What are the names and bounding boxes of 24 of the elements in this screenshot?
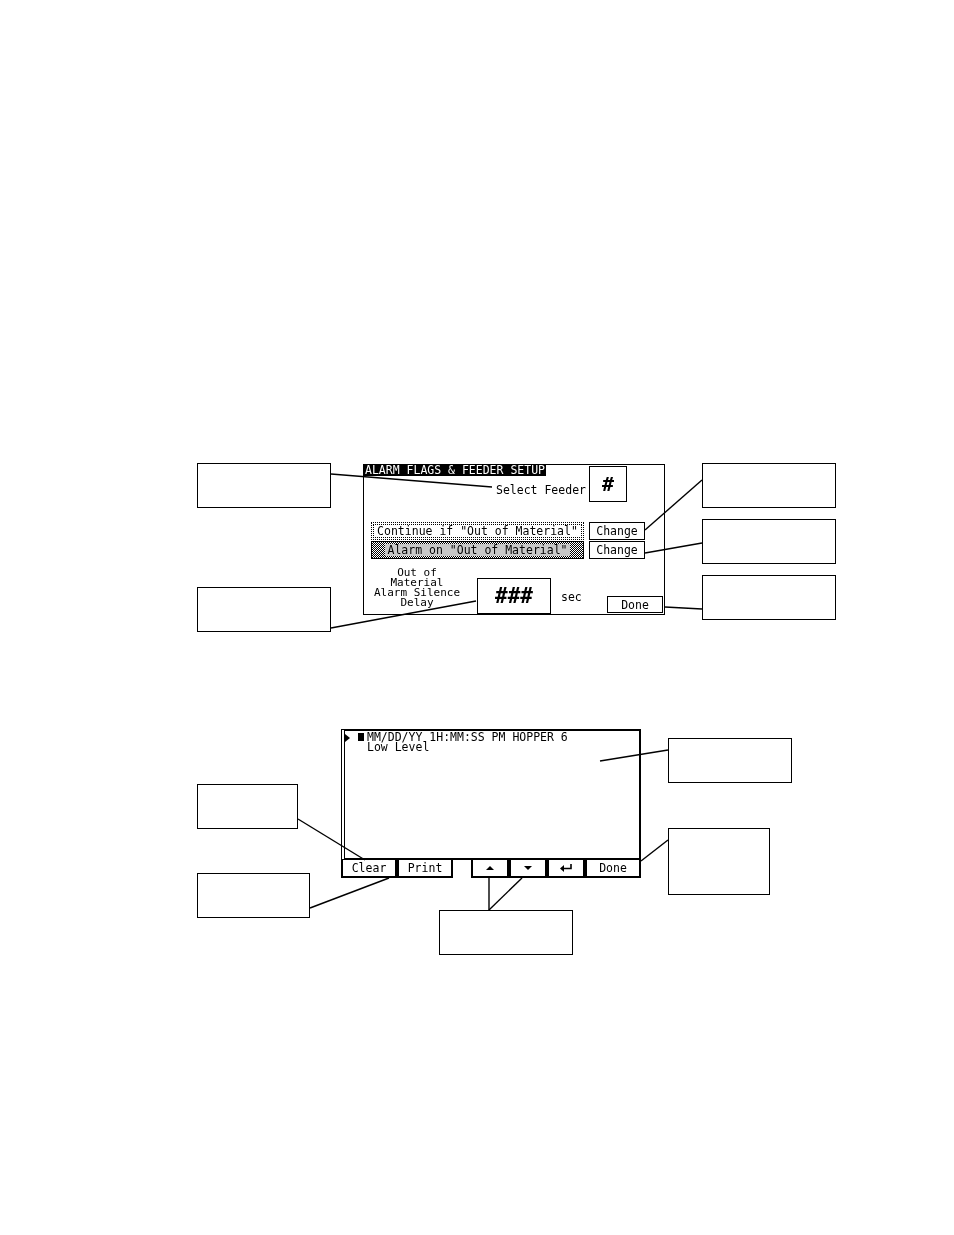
alarm-entry-text[interactable]: MM/DD/YY 1H:MM:SS PM HOPPER 6 — [367, 732, 568, 742]
up-triangle-icon — [486, 866, 494, 870]
forked-leader-line — [488, 877, 523, 911]
screen-title: ALARM FLAGS & FEEDER SETUP — [364, 465, 546, 476]
clear-button[interactable]: Clear — [341, 860, 397, 878]
delay-label: Out of Material Alarm Silence Delay — [372, 568, 462, 608]
scroll-down-button[interactable] — [509, 860, 547, 878]
option-button[interactable]: Continue if "Out of Material" — [371, 522, 584, 540]
enter-button[interactable] — [547, 860, 585, 878]
change-button[interactable]: Change — [589, 522, 645, 540]
feeder-number-field[interactable]: # — [589, 466, 627, 502]
done-button[interactable]: Done — [585, 860, 641, 878]
unit-label: sec — [561, 591, 582, 603]
feeder-label: Select Feeder — [496, 485, 586, 496]
option-button[interactable]: Alarm on "Out of Material" — [371, 541, 584, 559]
alarm-message-text: Low Level — [367, 742, 430, 752]
done-button[interactable]: Done — [607, 596, 663, 613]
cursor-block-icon — [358, 733, 364, 741]
change-button[interactable]: Change — [589, 541, 645, 559]
down-triangle-icon — [524, 866, 532, 870]
delay-value-field[interactable]: ### — [477, 578, 551, 614]
scroll-up-button[interactable] — [471, 860, 509, 878]
enter-arrow-icon — [560, 864, 572, 872]
print-button[interactable]: Print — [397, 860, 453, 878]
